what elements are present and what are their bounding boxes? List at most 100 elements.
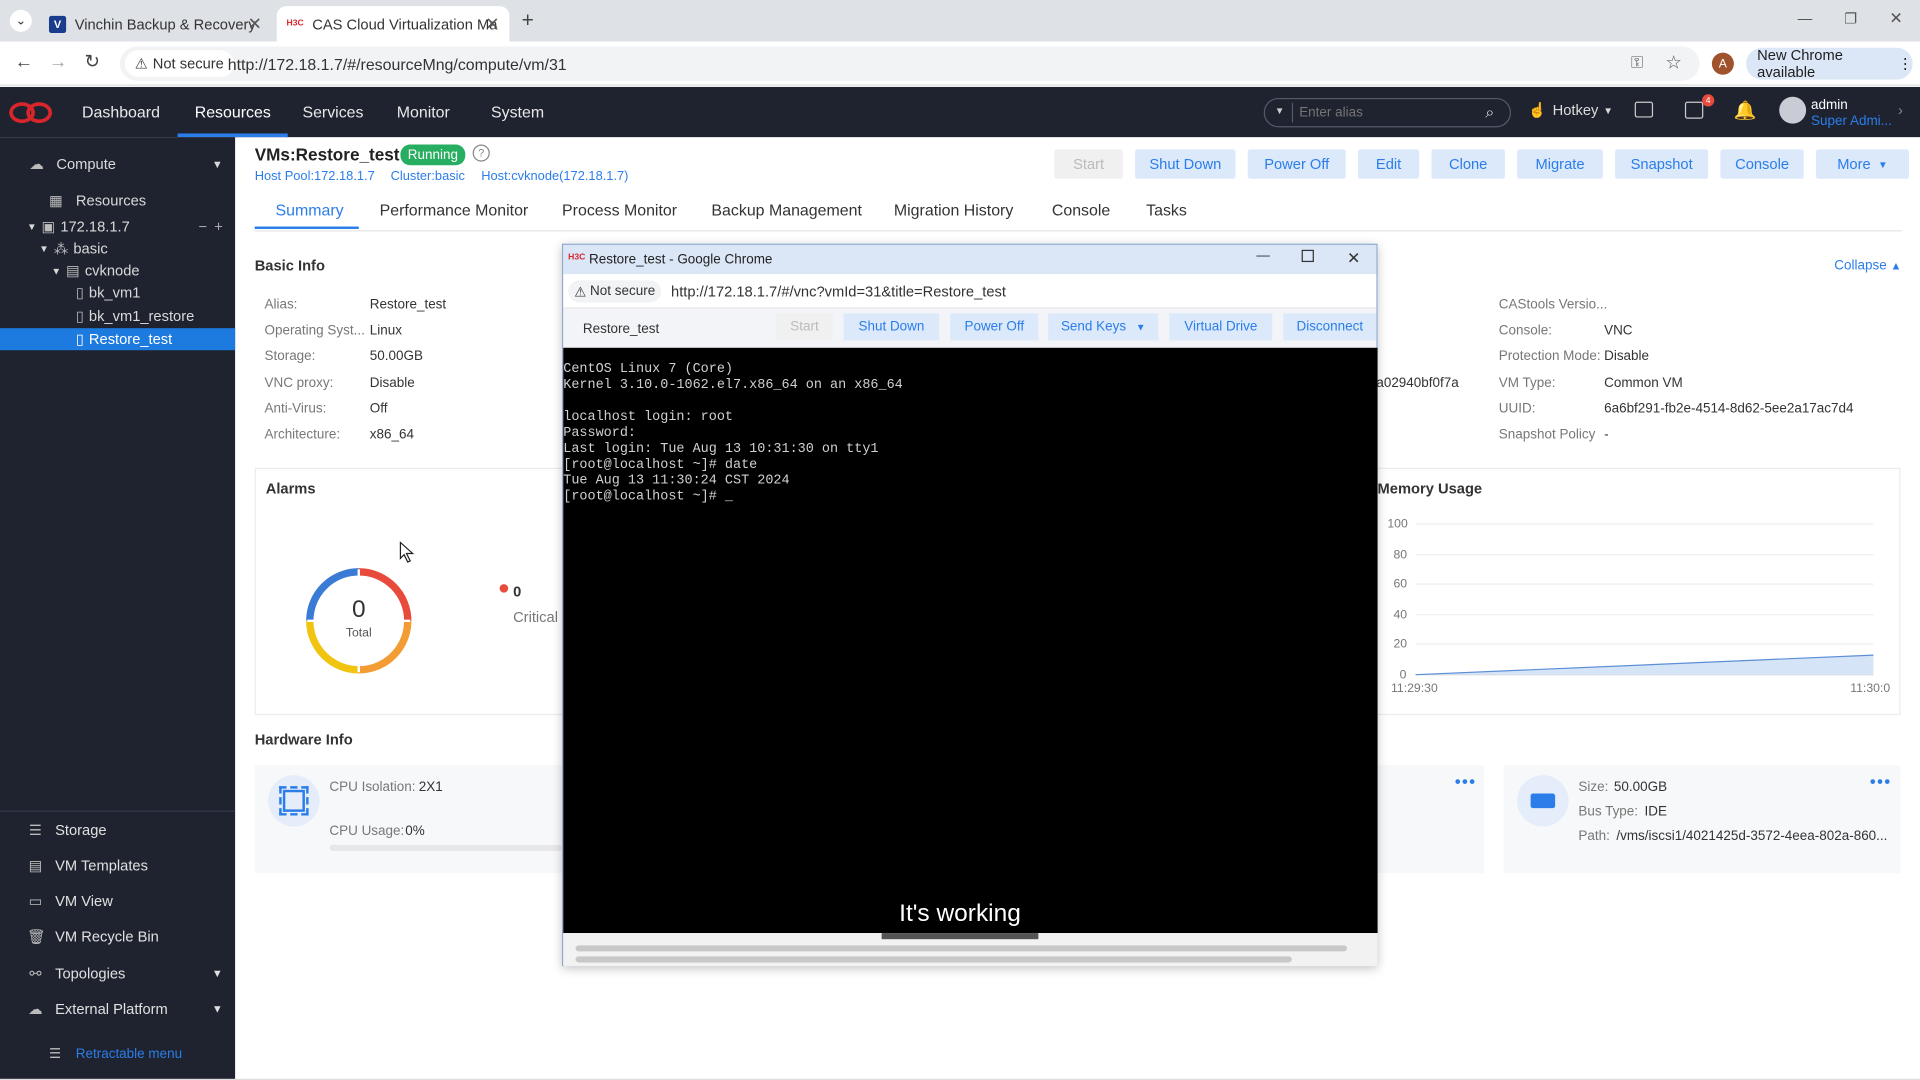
tab-process-monitor[interactable]: Process Monitor — [562, 201, 677, 219]
send-keys-button[interactable]: Send Keys ▼ — [1048, 313, 1159, 341]
alias-search-input[interactable] — [1299, 102, 1471, 123]
memory-title: Memory Usage — [1377, 480, 1483, 498]
close-window-icon[interactable]: ✕ — [1889, 9, 1902, 29]
maximize-icon[interactable] — [1301, 249, 1314, 263]
chevron-right-icon[interactable]: › — [1898, 102, 1903, 119]
tab-cas[interactable]: H3C CAS Cloud Virtualization Ma ✕ — [276, 6, 510, 42]
horizontal-scrollbar[interactable] — [575, 945, 1347, 952]
sidebar-item-topologies[interactable]: ⚯ Topologies ▼ — [0, 955, 235, 991]
sidebar-item-vm-recycle-bin[interactable]: 🗑 VM Recycle Bin — [0, 918, 235, 954]
status-badge: Running — [400, 144, 466, 166]
bell-icon[interactable]: 🔔 — [1734, 99, 1757, 121]
horizontal-scroll-thumb[interactable] — [881, 933, 1039, 940]
popup-address-bar[interactable]: ⚠ Not secure http://172.18.1.7/#/vnc?vmI… — [563, 274, 1377, 309]
migrate-button[interactable]: Migrate — [1517, 149, 1603, 179]
add-plus-icon[interactable]: + — [214, 218, 223, 235]
back-icon[interactable]: ← — [15, 51, 33, 72]
power-off-button[interactable]: Power Off — [1247, 149, 1346, 179]
vnc-power-off-button[interactable]: Power Off — [950, 313, 1039, 341]
task-list-icon[interactable] — [1684, 101, 1704, 119]
close-icon[interactable]: ✕ — [485, 13, 499, 34]
more-button[interactable]: More ▼ — [1815, 149, 1909, 179]
url-text[interactable]: http://172.18.1.7/#/resourceMng/compute/… — [228, 55, 567, 73]
vnc-start-button[interactable]: Start — [776, 313, 833, 341]
new-tab-icon[interactable]: + — [522, 9, 534, 33]
tab-search-icon[interactable]: ⌄ — [9, 9, 32, 32]
cluster-link[interactable]: Cluster:basic — [391, 169, 465, 184]
close-icon[interactable]: ✕ — [1347, 249, 1360, 269]
tab-console[interactable]: Console — [1052, 201, 1110, 219]
password-key-icon[interactable]: ⚿ — [1631, 53, 1643, 73]
y-tick: 80 — [1393, 547, 1407, 561]
nav-services[interactable]: Services — [302, 87, 363, 137]
collapse-link[interactable]: Collapse ▲ — [1834, 258, 1901, 273]
critical-label: Critical — [513, 608, 558, 626]
tree-node-host-pool[interactable]: ▼ ▣ 172.18.1.7 − + — [0, 216, 235, 238]
hotkey-menu[interactable]: ☝ Hotkey ▼ — [1528, 102, 1613, 119]
tab-performance-monitor[interactable]: Performance Monitor — [380, 201, 529, 219]
help-icon[interactable]: ? — [472, 144, 490, 162]
security-chip[interactable]: ⚠ Not secure — [124, 50, 234, 78]
nav-monitor[interactable]: Monitor — [397, 87, 450, 137]
bookmark-star-icon[interactable]: ☆ — [1665, 51, 1681, 74]
search-icon[interactable]: ⌕ — [1485, 103, 1494, 123]
vnc-shut-down-button[interactable]: Shut Down — [843, 313, 940, 341]
reload-icon[interactable]: ↻ — [84, 50, 99, 72]
collapse-minus-icon[interactable]: − — [198, 218, 207, 235]
disconnect-button[interactable]: Disconnect — [1283, 313, 1377, 341]
clone-button[interactable]: Clone — [1431, 149, 1505, 179]
new-chrome-button[interactable]: New Chrome available ⋮ — [1746, 47, 1913, 81]
snapshot-button[interactable]: Snapshot — [1615, 149, 1709, 179]
close-icon[interactable]: ✕ — [248, 13, 262, 34]
sidebar-item-vm-view[interactable]: ▭ VM View — [0, 883, 235, 919]
sidebar-item-vm-templates[interactable]: ▤ VM Templates — [0, 847, 235, 883]
tree-node-cluster[interactable]: ▼ ⁂ basic — [0, 238, 235, 260]
minimize-icon[interactable]: — — [1256, 249, 1269, 264]
tree-label: bk_vm1 — [88, 284, 141, 302]
nav-resources[interactable]: Resources — [177, 87, 288, 138]
more-options-icon[interactable]: ••• — [1455, 771, 1477, 791]
menu-icon: ☰ — [48, 1046, 62, 1062]
fullscreen-icon[interactable] — [1634, 101, 1654, 118]
vnc-terminal-screen[interactable]: CentOS Linux 7 (Core) Kernel 3.10.0-1062… — [563, 347, 1378, 934]
forward-icon[interactable]: → — [49, 51, 67, 72]
address-bar[interactable]: ⚠ Not secure http://172.18.1.7/#/resourc… — [120, 46, 1700, 81]
user-name[interactable]: admin — [1811, 98, 1848, 113]
console-button[interactable]: Console — [1720, 149, 1804, 179]
cloud-icon: ☁ — [29, 155, 45, 173]
virtual-drive-button[interactable]: Virtual Drive — [1169, 313, 1273, 341]
tab-vinchin[interactable]: V Vinchin Backup & Recovery ✕ — [39, 6, 272, 42]
sidebar-compute[interactable]: ☁ Compute ▼ — [0, 149, 235, 178]
restore-icon[interactable]: ❐ — [1844, 10, 1857, 27]
dropdown-caret-icon[interactable]: ▼ — [1275, 105, 1285, 116]
nav-system[interactable]: System — [491, 87, 544, 137]
more-options-icon[interactable]: ••• — [1870, 771, 1892, 791]
tree-node-vm-selected[interactable]: ▯ Restore_test — [0, 328, 236, 351]
sidebar-item-storage[interactable]: ☰ Storage — [0, 812, 235, 848]
info-label: Console: — [1498, 323, 1552, 338]
security-chip[interactable]: ⚠ Not secure — [568, 280, 662, 303]
start-button[interactable]: Start — [1054, 149, 1123, 179]
tab-summary[interactable]: Summary — [276, 201, 344, 219]
popup-url-text[interactable]: http://172.18.1.7/#/vnc?vmId=31&title=Re… — [671, 283, 1006, 300]
host-pool-link[interactable]: Host Pool:172.18.1.7 — [255, 169, 375, 184]
edit-button[interactable]: Edit — [1357, 149, 1420, 179]
tab-migration-history[interactable]: Migration History — [894, 201, 1013, 219]
kebab-menu-icon: ⋮ — [1897, 55, 1913, 73]
avatar[interactable] — [1779, 96, 1807, 124]
tree-label: basic — [73, 240, 108, 258]
nav-dashboard[interactable]: Dashboard — [82, 87, 160, 137]
tree-node-vm[interactable]: ▯ bk_vm1_restore — [0, 305, 235, 327]
tree-node-host[interactable]: ▼ ▤ cvknode — [0, 260, 235, 282]
shut-down-button[interactable]: Shut Down — [1135, 149, 1236, 179]
minimize-icon[interactable]: — — [1798, 10, 1813, 27]
sidebar-item-external-platform[interactable]: ☁ External Platform ▼ — [0, 991, 235, 1027]
profile-avatar[interactable]: A — [1711, 52, 1734, 75]
sidebar-resources[interactable]: ▦ Resources — [0, 186, 235, 215]
host-link[interactable]: Host:cvknode(172.18.1.7) — [481, 169, 628, 184]
tab-tasks[interactable]: Tasks — [1146, 201, 1187, 219]
retractable-menu-button[interactable]: ☰ Retractable menu — [48, 1046, 182, 1062]
tab-backup-management[interactable]: Backup Management — [711, 201, 861, 219]
horizontal-scrollbar[interactable] — [575, 956, 1292, 963]
tree-node-vm[interactable]: ▯ bk_vm1 — [0, 282, 235, 304]
